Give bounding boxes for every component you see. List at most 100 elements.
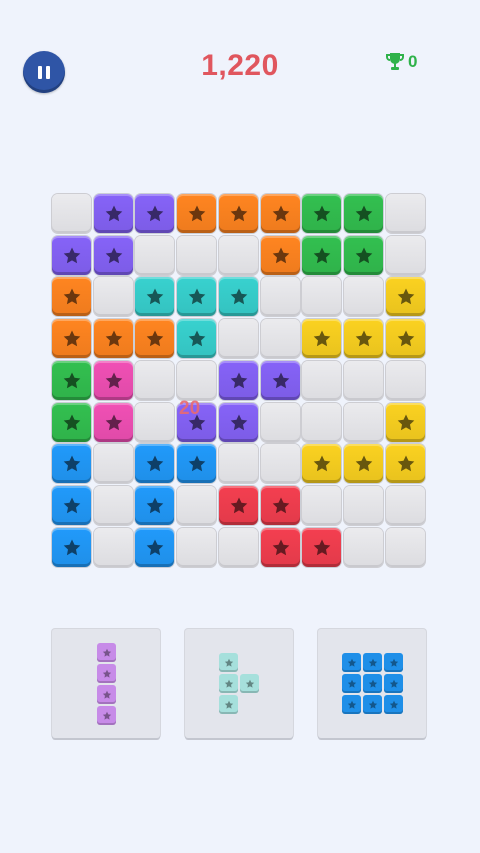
board-block-orange[interactable] [261, 236, 300, 275]
board-block-blue[interactable] [52, 444, 91, 483]
board-block-blue[interactable] [177, 444, 216, 483]
star-icon [63, 497, 80, 513]
board-cell-empty[interactable] [344, 277, 383, 316]
star-icon [102, 690, 111, 699]
board-cell-empty[interactable] [94, 528, 133, 567]
board-block-purple[interactable] [261, 361, 300, 400]
board-cell-empty[interactable] [135, 236, 174, 275]
board-block-teal[interactable] [177, 319, 216, 358]
board-cell-empty[interactable] [135, 361, 174, 400]
star-icon [224, 658, 233, 667]
board-cell-empty[interactable] [219, 236, 258, 275]
board-block-blue[interactable] [52, 486, 91, 525]
board-block-purple[interactable] [219, 361, 258, 400]
board-cell-empty[interactable] [386, 361, 425, 400]
board-cell-empty[interactable] [94, 444, 133, 483]
board-block-yellow[interactable] [386, 319, 425, 358]
board-cell-empty[interactable] [386, 236, 425, 275]
star-icon [105, 247, 122, 263]
board-block-red[interactable] [302, 528, 341, 567]
piece-tray-2[interactable] [185, 629, 293, 738]
board-block-magenta[interactable] [94, 403, 133, 442]
piece-tray-1[interactable] [52, 629, 160, 738]
star-icon [105, 205, 122, 221]
board-block-yellow[interactable] [386, 277, 425, 316]
board-cell-empty[interactable] [135, 403, 174, 442]
board-block-green[interactable] [302, 194, 341, 233]
board-cell-empty[interactable] [94, 486, 133, 525]
board-cell-empty[interactable] [177, 236, 216, 275]
piece-block [219, 653, 238, 672]
board-block-magenta[interactable] [94, 361, 133, 400]
board-cell-empty[interactable] [302, 277, 341, 316]
board-block-teal[interactable] [135, 277, 174, 316]
board-block-green[interactable] [344, 236, 383, 275]
board-cell-empty[interactable] [344, 486, 383, 525]
board-block-purple[interactable] [219, 403, 258, 442]
board-block-teal[interactable] [177, 277, 216, 316]
piece-block [384, 653, 403, 672]
board-block-orange[interactable] [52, 319, 91, 358]
board-block-green[interactable] [344, 194, 383, 233]
board-block-purple[interactable] [135, 194, 174, 233]
board-cell-empty[interactable] [386, 486, 425, 525]
board-block-yellow[interactable] [344, 444, 383, 483]
board-block-purple[interactable] [94, 194, 133, 233]
board-cell-empty[interactable] [52, 194, 91, 233]
board-cell-empty[interactable] [261, 277, 300, 316]
board-block-red[interactable] [219, 486, 258, 525]
board-cell-empty[interactable] [219, 319, 258, 358]
board-block-orange[interactable] [135, 319, 174, 358]
board-block-orange[interactable] [219, 194, 258, 233]
board-block-yellow[interactable] [302, 319, 341, 358]
board-block-blue[interactable] [135, 486, 174, 525]
board-cell-empty[interactable] [344, 528, 383, 567]
star-icon [368, 658, 377, 667]
star-icon [224, 679, 233, 688]
board-cell-empty[interactable] [261, 444, 300, 483]
board-cell-empty[interactable] [94, 277, 133, 316]
board-cell-empty[interactable] [177, 486, 216, 525]
board-cell-empty[interactable] [219, 528, 258, 567]
board-block-green[interactable] [52, 403, 91, 442]
board-cell-empty[interactable] [302, 486, 341, 525]
piece-block [219, 674, 238, 693]
board-block-orange[interactable] [94, 319, 133, 358]
board-block-purple[interactable] [94, 236, 133, 275]
star-icon [313, 539, 330, 555]
board-block-yellow[interactable] [386, 444, 425, 483]
board-cell-empty[interactable] [386, 194, 425, 233]
star-icon [188, 330, 205, 346]
board-cell-empty[interactable] [386, 528, 425, 567]
star-icon [105, 414, 122, 430]
star-icon [146, 497, 163, 513]
board-block-blue[interactable] [135, 528, 174, 567]
board-block-orange[interactable] [52, 277, 91, 316]
board-cell-empty[interactable] [261, 319, 300, 358]
star-icon [146, 205, 163, 221]
star-icon [347, 658, 356, 667]
board-block-orange[interactable] [261, 194, 300, 233]
board-block-green[interactable] [52, 361, 91, 400]
board-cell-empty[interactable] [302, 361, 341, 400]
piece-tray-3[interactable] [318, 629, 426, 738]
board-block-blue[interactable] [135, 444, 174, 483]
board-block-orange[interactable] [177, 194, 216, 233]
board-cell-empty[interactable] [261, 403, 300, 442]
board-cell-empty[interactable] [177, 361, 216, 400]
board-block-blue[interactable] [52, 528, 91, 567]
board-block-red[interactable] [261, 528, 300, 567]
game-board[interactable] [52, 194, 427, 569]
board-cell-empty[interactable] [344, 403, 383, 442]
board-cell-empty[interactable] [344, 361, 383, 400]
board-cell-empty[interactable] [177, 528, 216, 567]
board-block-purple[interactable] [52, 236, 91, 275]
board-block-yellow[interactable] [386, 403, 425, 442]
board-block-red[interactable] [261, 486, 300, 525]
board-block-green[interactable] [302, 236, 341, 275]
board-block-yellow[interactable] [302, 444, 341, 483]
board-cell-empty[interactable] [302, 403, 341, 442]
board-cell-empty[interactable] [219, 444, 258, 483]
board-block-teal[interactable] [219, 277, 258, 316]
board-block-yellow[interactable] [344, 319, 383, 358]
